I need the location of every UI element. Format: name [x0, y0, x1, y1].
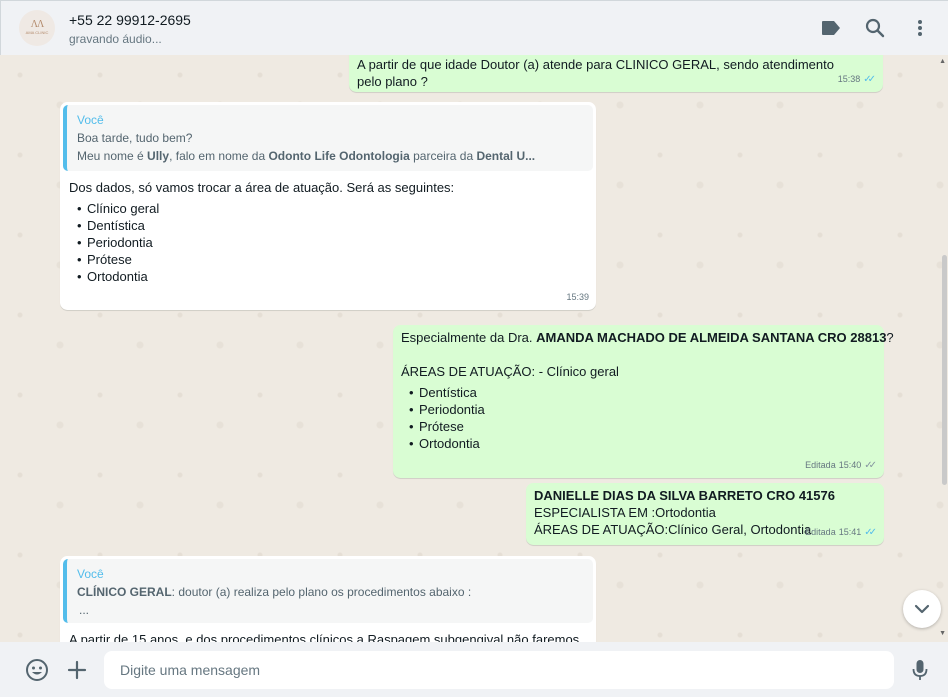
list-item: Dentística [401, 384, 485, 401]
avatar-monogram-icon: ΛΛ [30, 19, 44, 30]
message-text: DANIELLE DIAS DA SILVA BARRETO CRO 41576 [534, 488, 835, 503]
scroll-down-icon[interactable]: ▼ [939, 630, 946, 637]
bullet-list: Dentística Periodontia Prótese Ortodonti… [401, 384, 485, 452]
contact-name[interactable]: +55 22 99912-2695 [69, 12, 191, 28]
quote-line: Boa tarde, tudo bem? [77, 131, 193, 145]
contact-status: gravando áudio... [69, 32, 162, 46]
list-item: Prótese [401, 418, 485, 435]
list-item: Ortodontia [69, 268, 159, 285]
message-outgoing[interactable]: DANIELLE DIAS DA SILVA BARRETO CRO 41576… [526, 483, 884, 545]
menu-icon[interactable] [909, 17, 931, 39]
list-item: Ortodontia [401, 435, 485, 452]
message-text: ESPECIALISTA EM :Ortodontia [534, 505, 716, 520]
list-item: Clínico geral [69, 200, 159, 217]
list-item: Periodontia [401, 401, 485, 418]
message-meta: 15:38 ✓✓ [838, 71, 876, 88]
read-ticks-icon: ✓✓ [864, 527, 877, 538]
emoji-icon[interactable] [25, 658, 49, 682]
bullet-list: Clínico geral Dentística Periodontia Pró… [69, 200, 159, 285]
message-input[interactable] [104, 651, 894, 689]
avatar[interactable]: ΛΛ AMA CLINIC [19, 10, 55, 46]
list-item: Prótese [69, 251, 159, 268]
chevron-down-icon [914, 604, 930, 614]
message-outgoing[interactable]: Especialmente da Dra. AMANDA MACHADO DE … [393, 325, 894, 478]
message-incoming[interactable]: Você Boa tarde, tudo bem? Meu nome é Ull… [60, 102, 596, 310]
scrollbar-thumb[interactable] [942, 255, 947, 485]
message-text: ÁREAS DE ATUAÇÃO: - Clínico geral [401, 364, 619, 379]
message-text: ÁREAS DE ATUAÇÃO:Clínico Geral, Ortodont… [534, 522, 812, 537]
message-time: 15:38 [837, 74, 861, 84]
quoted-message[interactable]: Você CLÍNICO GERAL: doutor (a) realiza p… [63, 559, 593, 623]
label-icon[interactable] [820, 17, 842, 39]
plus-icon[interactable] [65, 658, 89, 682]
read-ticks-icon: ✓✓ [863, 74, 876, 85]
quote-line: ... [79, 603, 90, 617]
edited-label: Editada [805, 527, 836, 537]
message-text: Dos dados, só vamos trocar a área de atu… [69, 180, 455, 195]
mic-icon[interactable] [908, 658, 932, 682]
delivered-ticks-icon: ✓✓ [864, 460, 877, 471]
quote-line: CLÍNICO GERAL: doutor (a) realiza pelo p… [77, 585, 472, 599]
message-time: 15:40 [838, 460, 862, 470]
search-icon[interactable] [864, 17, 886, 39]
quote-line: Meu nome é Ully, falo em nome da Odonto … [77, 149, 536, 163]
chat-header: ΛΛ AMA CLINIC +55 22 99912-2695 gravando… [0, 0, 948, 55]
scroll-up-icon[interactable]: ▲ [939, 58, 946, 65]
message-text: Especialmente da Dra. AMANDA MACHADO DE … [401, 330, 894, 345]
message-meta: 15:39 [566, 289, 589, 306]
chat-panel: A partir de que idade Doutor (a) atende … [0, 55, 948, 642]
quote-author: Você [77, 567, 104, 581]
message-text: A partir de que idade Doutor (a) atende … [357, 57, 834, 89]
edited-label: Editada [805, 460, 836, 470]
avatar-brand-text: AMA CLINIC [25, 30, 49, 35]
message-meta: Editada 15:40 ✓✓ [805, 457, 877, 474]
message-text: A partir de 15 anos, e dos procedimentos… [69, 632, 580, 642]
message-time: 15:41 [838, 527, 862, 537]
message-time: 15:39 [566, 292, 589, 302]
scroll-to-bottom-button[interactable] [903, 590, 941, 628]
message-incoming[interactable]: Você CLÍNICO GERAL: doutor (a) realiza p… [60, 556, 596, 642]
message-outgoing[interactable]: A partir de que idade Doutor (a) atende … [349, 55, 883, 92]
list-item: Dentística [69, 217, 159, 234]
quote-author: Você [77, 113, 104, 127]
message-meta: Editada 15:41 ✓✓ [805, 524, 877, 541]
quoted-message[interactable]: Você Boa tarde, tudo bem? Meu nome é Ull… [63, 105, 593, 171]
composer-bar [0, 642, 948, 697]
list-item: Periodontia [69, 234, 159, 251]
